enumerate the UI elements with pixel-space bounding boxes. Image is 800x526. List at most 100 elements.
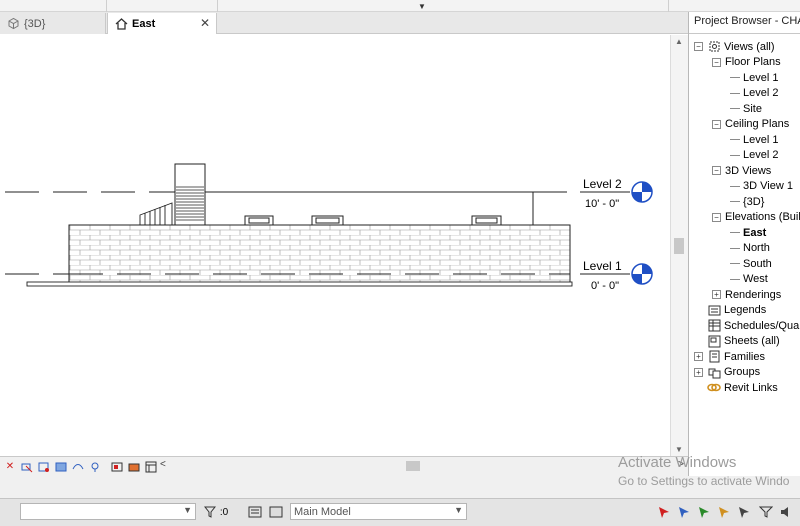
3d-view-icon [6,17,20,31]
level-1-name: Level 1 [583,259,622,273]
browser-item[interactable]: + Groups [694,365,760,380]
face-select-icon[interactable] [716,504,732,520]
browser-item[interactable]: − Elevations (Build [712,210,800,225]
browser-item[interactable]: 3D View 1 [730,179,793,194]
browser-item[interactable]: Schedules/Quan [694,318,800,333]
browser-item[interactable]: {3D} [730,194,764,209]
browser-item[interactable]: − Floor Plans [712,55,781,70]
browser-item-label: Schedules/Quan [724,319,800,332]
browser-item-label: Level 1 [743,133,779,146]
browser-item-label: Views (all) [724,40,775,53]
browser-item-label: Floor Plans [725,56,781,68]
level-2-head [631,181,653,203]
filter-status-icon[interactable] [758,504,774,520]
strip-separator [106,0,107,12]
browser-item[interactable]: −3D Views [712,163,771,178]
reveal-hidden-icon[interactable] [37,460,51,474]
browser-item-label: South [743,257,772,270]
browser-item[interactable]: + Families [694,349,765,364]
browser-item-label: East [743,226,767,239]
browser-item[interactable]: South [730,256,772,271]
speaker-icon[interactable] [778,504,794,520]
tab-3d[interactable]: {3D} [0,13,106,34]
pinned-select-icon[interactable] [696,504,712,520]
drawing-canvas[interactable]: Level 2 10' - 0" Level 1 0' - 0" [0,35,670,456]
browser-item[interactable]: + Renderings [712,287,781,302]
chevron-down-icon[interactable]: ▼ [454,505,463,515]
expand-icon[interactable]: + [712,290,721,299]
expand-icon[interactable]: + [694,367,703,377]
collapse-icon[interactable]: − [694,42,703,51]
editing-requests-icon[interactable] [247,504,263,520]
tree-connector [730,154,740,156]
roof-units [244,215,502,226]
selection-count: :0 [219,506,229,518]
temporary-hide-icon[interactable] [54,460,68,474]
browser-item[interactable]: Site [730,101,762,116]
browser-item[interactable]: Legends [694,303,766,318]
worksharing-icon[interactable] [127,460,141,474]
chevron-down-icon[interactable]: ▼ [183,505,192,515]
browser-item[interactable]: Revit Links [694,380,778,395]
scroll-right-icon[interactable]: > [678,459,684,470]
scroll-up-icon[interactable]: ▲ [675,37,683,46]
project-browser-title: Project Browser - CHALL [694,15,800,27]
design-options-icon[interactable] [268,504,284,520]
sheets-icon [707,335,721,348]
browser-item-label: Families [724,350,765,363]
browser-item[interactable]: West [730,272,768,287]
browser-item[interactable]: Level 1 [730,132,778,147]
tree-connector [730,139,740,140]
design-options-icon[interactable] [144,460,158,474]
view-tab-bar: {3D} East ✕ [0,12,688,34]
model-combo[interactable]: Main Model ▼ [290,503,467,520]
scroll-left-icon[interactable]: < [160,459,166,470]
revit-links-icon [707,381,721,394]
revit-window: ▼ {3D} East ✕ Level 2 10' - 0" Level 1 0… [0,0,800,526]
collapse-icon[interactable]: − [712,119,721,129]
render-icon[interactable] [110,460,124,474]
tree-connector [730,77,740,78]
close-hidden-icon[interactable]: ✕ [3,460,17,474]
browser-item[interactable]: Level 1 [730,70,778,85]
status-spacer [0,476,800,498]
strip-separator [668,0,669,12]
scroll-thumb[interactable] [674,238,684,254]
highlight-icon[interactable] [88,460,102,474]
browser-item[interactable]: Level 2 [730,148,778,163]
browser-item[interactable]: − Ceiling Plans [712,117,789,132]
browser-item[interactable]: Sheets (all) [694,334,780,349]
collapse-icon[interactable]: − [712,166,721,175]
horizontal-scrollbar[interactable]: < > [160,457,688,476]
vertical-scrollbar[interactable]: ▲ ▼ [670,35,688,456]
close-icon[interactable]: ✕ [200,16,210,30]
browser-item-label: Level 2 [743,149,779,161]
browser-item[interactable]: North [730,241,770,256]
browser-item[interactable]: Level 2 [730,86,778,101]
model-value: Main Model [294,505,351,518]
tab-label: {3D} [24,17,46,30]
scroll-down-icon[interactable]: ▼ [675,445,683,454]
underlay-select-icon[interactable] [676,504,692,520]
expand-icon[interactable]: + [694,352,703,361]
collapse-arrow-icon[interactable]: ▼ [418,2,426,11]
drag-select-icon[interactable] [736,504,752,520]
scroll-thumb[interactable] [406,461,420,471]
browser-item[interactable]: East [730,225,766,240]
link-select-icon[interactable] [656,504,672,520]
tree-connector [730,278,740,280]
browser-item[interactable]: − Views (all) [694,39,775,54]
crop-view-icon[interactable] [20,460,34,474]
workset-combo[interactable]: ▼ [20,503,196,520]
collapse-icon[interactable]: − [712,57,721,67]
level-1-head [631,263,653,285]
browser-item-label: West [743,273,768,285]
tab-east[interactable]: East ✕ [107,13,217,34]
browser-item-label: 3D Views [725,164,772,177]
strip-separator [217,0,218,12]
collapse-icon[interactable]: − [712,212,721,222]
tab-label: East [132,17,156,30]
view-control-bar: ✕ < > [0,456,688,476]
legends-icon [707,304,721,317]
analytical-model-icon[interactable] [71,460,85,474]
